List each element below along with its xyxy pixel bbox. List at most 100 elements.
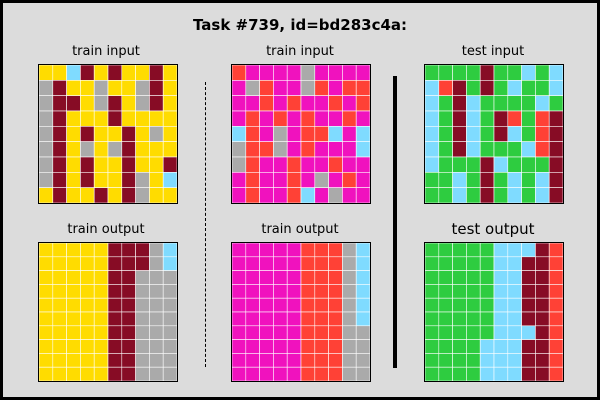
grid-cell <box>66 353 81 368</box>
grid-cell <box>286 80 302 96</box>
grid-cell <box>66 366 81 381</box>
grid-cell <box>479 339 495 354</box>
grid-cell <box>521 141 536 158</box>
grid-cell <box>479 141 495 158</box>
grid-cell <box>135 325 150 340</box>
grid-cell <box>232 80 247 96</box>
grid-cell <box>39 110 54 127</box>
grid-cell <box>355 156 370 173</box>
grid-cell <box>162 339 177 354</box>
grid-cell <box>355 270 370 285</box>
grid-cell <box>548 353 563 368</box>
grid-cell <box>452 339 467 354</box>
grid-cell <box>466 187 481 203</box>
grid-cell <box>342 126 357 142</box>
grid-cell <box>521 256 536 271</box>
grid-cell <box>466 141 481 158</box>
grid-cell <box>39 366 54 381</box>
grid-cell <box>314 284 329 299</box>
grid-cell <box>521 80 536 96</box>
grid-cell <box>232 65 247 81</box>
grid-cell <box>259 339 274 354</box>
grid-cell <box>479 256 495 271</box>
grid-cell <box>107 297 123 313</box>
grid-cell <box>425 80 440 96</box>
grid-cell <box>342 297 357 313</box>
grid-cell <box>314 80 329 96</box>
grid-cell <box>39 187 54 203</box>
grid-cell <box>245 187 260 203</box>
grid-cell <box>355 187 370 203</box>
grid-cell <box>52 172 67 188</box>
grid-cell <box>300 311 316 327</box>
grid-cell <box>245 65 260 81</box>
grid-cell <box>314 297 329 313</box>
grid-cell <box>355 172 370 188</box>
grid-cell <box>162 141 177 158</box>
grid-cell <box>259 284 274 299</box>
grid-cell <box>521 187 536 203</box>
grid-cell <box>162 95 177 112</box>
grid-cell <box>314 110 329 127</box>
grid-cell <box>452 297 467 313</box>
grid-cell <box>232 126 247 142</box>
grid-cell <box>507 270 522 285</box>
grid-cell <box>479 80 495 96</box>
grid-cell <box>479 297 495 313</box>
grid-cell <box>66 297 81 313</box>
grid-cell <box>493 95 509 112</box>
page-title: Task #739, id=bd283c4a: <box>192 16 408 34</box>
grid-cell <box>93 156 109 173</box>
grid-cell <box>342 256 357 271</box>
grid-cell <box>66 256 81 271</box>
grid-cell <box>93 126 109 142</box>
grid-cell <box>232 297 247 313</box>
grid-cell <box>259 172 274 188</box>
grid-cell <box>273 65 288 81</box>
grid-cell <box>273 156 288 173</box>
grid-cell <box>355 126 370 142</box>
grid-cell <box>273 187 288 203</box>
grid-cell <box>300 126 316 142</box>
grid-cell <box>245 141 260 158</box>
grid-cell <box>80 110 95 127</box>
grid-cell <box>300 339 316 354</box>
grid-cell <box>479 353 495 368</box>
grid-cell <box>355 110 370 127</box>
grid-cell <box>107 110 123 127</box>
grid-cell <box>259 95 274 112</box>
grid-cell <box>259 311 274 327</box>
grid-cell <box>479 284 495 299</box>
grid-cell <box>39 156 54 173</box>
grid-cell <box>39 65 54 81</box>
grid-cell <box>438 284 453 299</box>
grid-cell <box>548 126 563 142</box>
grid-cell <box>452 80 467 96</box>
grid-cell <box>438 65 453 81</box>
grid-cell <box>107 126 123 142</box>
grid-cell <box>300 256 316 271</box>
grid-cell <box>52 325 67 340</box>
grid-cell <box>548 284 563 299</box>
grid-cell <box>80 172 95 188</box>
grid-cell <box>232 325 247 340</box>
grid-svg <box>425 243 563 381</box>
grid-cell <box>273 141 288 158</box>
grid-cell <box>493 311 509 327</box>
grid-cell <box>493 353 509 368</box>
grid-cell <box>425 366 440 381</box>
grid-cell <box>300 284 316 299</box>
grid-cell <box>66 270 81 285</box>
grid-cell <box>39 126 54 142</box>
grid-cell <box>300 243 316 258</box>
grid-cell <box>52 156 67 173</box>
grid-cell <box>66 141 81 158</box>
grid-cell <box>286 156 302 173</box>
grid-cell <box>66 110 81 127</box>
grid-cell <box>355 353 370 368</box>
grid-cell <box>80 339 95 354</box>
grid-cell <box>466 110 481 127</box>
grid-cell <box>286 297 302 313</box>
grid-cell <box>314 141 329 158</box>
grid-cell <box>80 353 95 368</box>
